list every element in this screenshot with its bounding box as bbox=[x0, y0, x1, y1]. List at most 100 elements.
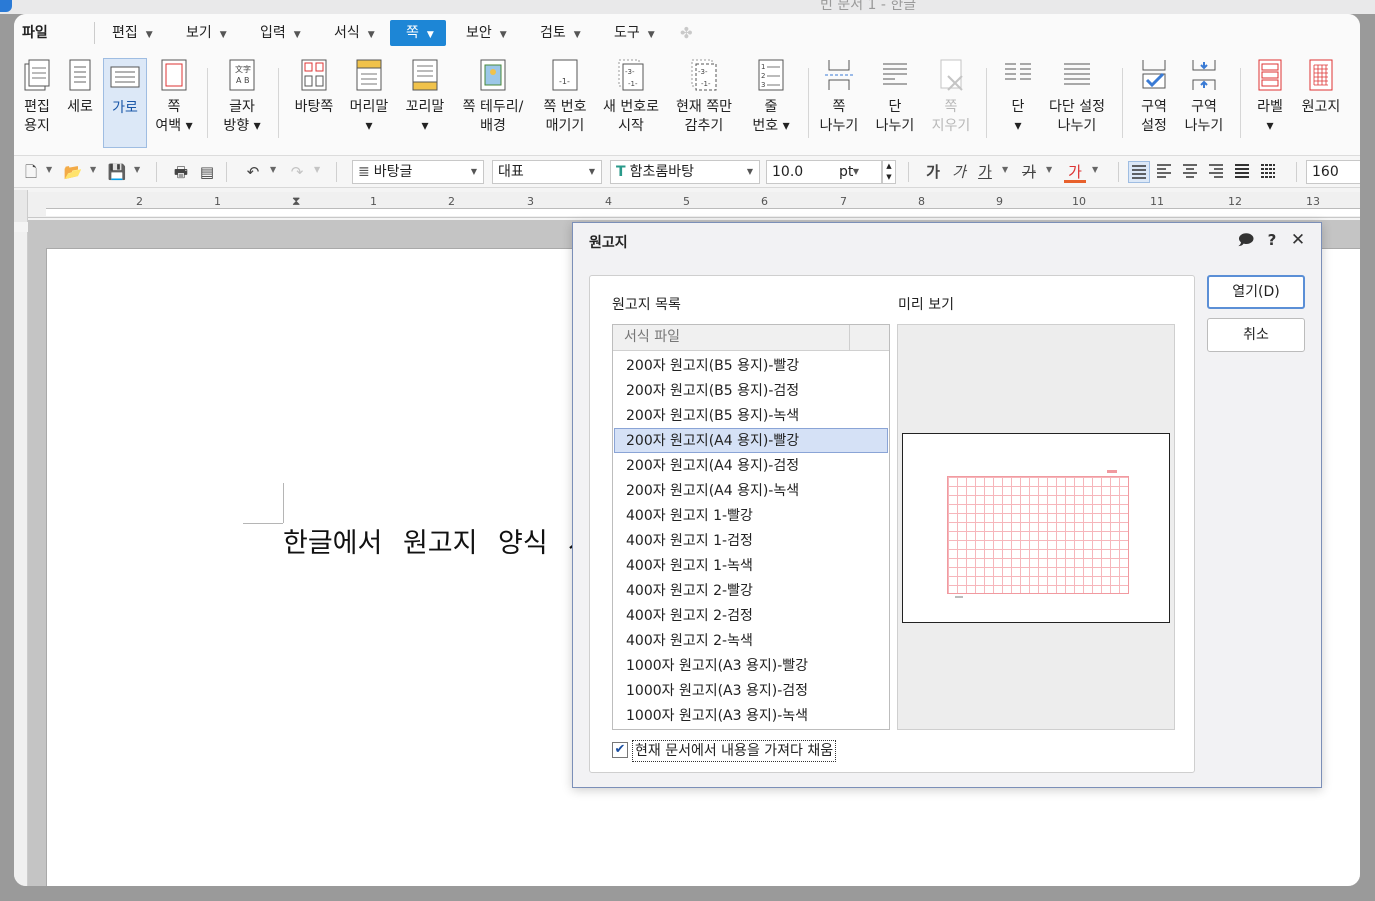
list-item[interactable]: 400자 원고지 1-녹색 bbox=[614, 553, 888, 578]
align-right-icon bbox=[1209, 164, 1223, 178]
ribbon-new-number[interactable]: -3- -1- 새 번호로 시작 bbox=[598, 58, 664, 148]
align-justify-icon bbox=[1132, 165, 1146, 179]
ribbon-header[interactable]: 머리말 ▾ bbox=[344, 58, 394, 148]
underline-button[interactable]: 가 bbox=[974, 161, 996, 183]
ribbon-multi-column[interactable]: 다단 설정 나누기 bbox=[1044, 58, 1110, 148]
list-header[interactable]: 서식 파일 bbox=[613, 325, 889, 351]
ribbon-section-setup[interactable]: 구역 설정 bbox=[1130, 58, 1178, 148]
list-item[interactable]: 200자 원고지(B5 용지)-검정 bbox=[614, 378, 888, 403]
list-item[interactable]: 1000자 원고지(A3 용지)-빨강 bbox=[614, 653, 888, 678]
print-preview-icon[interactable]: ▤ bbox=[196, 161, 218, 183]
ribbon-line-number[interactable]: 123 줄 번호 ▾ bbox=[748, 58, 794, 148]
comment-icon[interactable]: 🗩 bbox=[1237, 231, 1255, 249]
menu-edit[interactable]: 편집 ▼ bbox=[106, 20, 159, 46]
puzzle-icon[interactable]: ✤ bbox=[680, 24, 698, 42]
ribbon-page-setup[interactable]: 편집 용지 bbox=[16, 58, 58, 148]
ribbon-manuscript[interactable]: 원고지 bbox=[1296, 58, 1346, 148]
menu-security[interactable]: 보안 ▼ bbox=[460, 20, 513, 46]
list-item[interactable]: 400자 원고지 2-검정 bbox=[614, 603, 888, 628]
list-item[interactable]: 1000자 원고지(A3 용지)-녹색 bbox=[614, 703, 888, 728]
master-page-icon bbox=[301, 59, 327, 91]
menu-page[interactable]: 쪽 ▼ bbox=[390, 20, 446, 46]
menu-divider bbox=[94, 22, 95, 44]
align-left-button[interactable] bbox=[1154, 161, 1176, 183]
ribbon-footer[interactable]: 꼬리말 ▾ bbox=[398, 58, 452, 148]
menu-review[interactable]: 검토 ▼ bbox=[534, 20, 587, 46]
dialog-panel: 원고지 목록 미리 보기 서식 파일 200자 원고지(B5 용지)-빨강 200… bbox=[589, 275, 1195, 773]
ribbon-landscape[interactable]: 가로 bbox=[103, 58, 147, 148]
ribbon-columns[interactable]: 단 ▾ bbox=[996, 58, 1040, 148]
ribbon-page-border[interactable]: 쪽 테두리/ 배경 bbox=[456, 58, 530, 148]
font-size-stepper[interactable]: ▲ ▼ bbox=[882, 160, 896, 184]
svg-text:-1-: -1- bbox=[701, 80, 711, 88]
page-setup-icon bbox=[24, 59, 50, 91]
section-break-icon bbox=[1192, 60, 1216, 90]
list-item[interactable]: 400자 원고지 2-빨강 bbox=[614, 578, 888, 603]
ribbon-page-break[interactable]: 쪽 나누기 bbox=[816, 58, 862, 148]
italic-button[interactable]: 가 bbox=[948, 161, 970, 183]
multi-column-icon bbox=[1064, 63, 1090, 85]
style-select[interactable]: ≣ 바탕글 ▼ bbox=[352, 160, 484, 184]
horizontal-ruler[interactable]: 2 1 ⧗ 1 2 3 4 5 6 7 8 9 10 11 12 13 bbox=[28, 192, 1360, 218]
vertical-ruler[interactable] bbox=[14, 232, 28, 886]
ribbon-hide-page[interactable]: -3- -1- 현재 쪽만 감추기 bbox=[670, 58, 738, 148]
manuscript-icon bbox=[1309, 59, 1333, 91]
align-center-button[interactable] bbox=[1180, 161, 1202, 183]
list-item[interactable]: 1000자 원고지(A3 용지)-검정 bbox=[614, 678, 888, 703]
fill-content-checkbox[interactable]: ✔ bbox=[612, 742, 628, 758]
list-item[interactable]: 400자 원고지 2-녹색 bbox=[614, 628, 888, 653]
ribbon-text-direction[interactable]: 文字 A B 글자 방향 ▾ bbox=[218, 58, 266, 148]
close-icon[interactable]: ✕ bbox=[1289, 231, 1307, 249]
strikethrough-button[interactable]: 가 bbox=[1018, 161, 1040, 183]
undo-icon[interactable]: ↶ bbox=[242, 161, 264, 183]
new-document-icon[interactable]: 🗋 bbox=[20, 161, 42, 183]
ribbon-section-break[interactable]: 구역 나누기 bbox=[1180, 58, 1228, 148]
line-spacing-input[interactable]: 160 bbox=[1306, 160, 1360, 184]
paragraph-style-icon: ≣ bbox=[358, 164, 370, 180]
ribbon-page-number[interactable]: -1- 쪽 번호 매기기 bbox=[536, 58, 594, 148]
ribbon-column-break[interactable]: 단 나누기 bbox=[872, 58, 918, 148]
menu-file[interactable]: 파일 bbox=[16, 20, 54, 46]
cancel-button[interactable]: 취소 bbox=[1207, 318, 1305, 352]
ribbon-margin[interactable]: 쪽 여백 ▾ bbox=[151, 58, 197, 148]
list-item[interactable]: 200자 원고지(A4 용지)-검정 bbox=[614, 453, 888, 478]
hide-page-icon: -3- -1- bbox=[691, 59, 717, 91]
align-right-button[interactable] bbox=[1206, 161, 1228, 183]
help-icon[interactable]: ? bbox=[1263, 231, 1281, 249]
print-icon[interactable]: 🖶 bbox=[170, 161, 192, 183]
font-type-icon: T bbox=[616, 164, 626, 180]
manuscript-list[interactable]: 서식 파일 200자 원고지(B5 용지)-빨강 200자 원고지(B5 용지)-… bbox=[612, 324, 890, 730]
font-size-input[interactable]: 10.0 pt ▼ bbox=[766, 160, 882, 184]
menu-view[interactable]: 보기 ▼ bbox=[180, 20, 233, 46]
list-item[interactable]: 200자 원고지(A4 용지)-빨강 bbox=[614, 428, 888, 453]
menu-format[interactable]: 서식 ▼ bbox=[328, 20, 381, 46]
landscape-icon bbox=[110, 66, 140, 88]
ribbon-label[interactable]: 라벨 ▾ bbox=[1248, 58, 1292, 148]
margin-icon bbox=[161, 59, 187, 91]
open-button[interactable]: 열기(D) bbox=[1207, 275, 1305, 309]
fill-content-label[interactable]: 현재 문서에서 내용을 가져다 채움 bbox=[632, 740, 837, 762]
font-select[interactable]: T 함초롬바탕 ▼ bbox=[610, 160, 760, 184]
list-item[interactable]: 200자 원고지(B5 용지)-빨강 bbox=[614, 353, 888, 378]
indent-marker-icon[interactable]: ⧗ bbox=[292, 194, 300, 209]
list-item[interactable]: 400자 원고지 1-빨강 bbox=[614, 503, 888, 528]
ribbon-master-page[interactable]: 바탕쪽 bbox=[288, 58, 340, 148]
menu-tools[interactable]: 도구 ▼ bbox=[608, 20, 661, 46]
font-color-button[interactable]: 가 bbox=[1064, 161, 1086, 183]
list-items: 200자 원고지(B5 용지)-빨강 200자 원고지(B5 용지)-검정 200자… bbox=[613, 353, 889, 728]
list-item[interactable]: 200자 원고지(B5 용지)-녹색 bbox=[614, 403, 888, 428]
list-item[interactable]: 400자 원고지 1-검정 bbox=[614, 528, 888, 553]
bold-button[interactable]: 가 bbox=[922, 161, 944, 183]
save-icon[interactable]: 💾 bbox=[106, 161, 128, 183]
align-justify-button[interactable] bbox=[1128, 161, 1150, 183]
language-select[interactable]: 대표 ▼ bbox=[492, 160, 602, 184]
section-setup-icon bbox=[1142, 60, 1166, 89]
split-distribute-button[interactable] bbox=[1258, 161, 1280, 183]
document-text[interactable]: 한글에서 원고지 양식 사 bbox=[283, 521, 593, 560]
menu-insert[interactable]: 입력 ▼ bbox=[254, 20, 307, 46]
list-item[interactable]: 200자 원고지(A4 용지)-녹색 bbox=[614, 478, 888, 503]
svg-text:-3-: -3- bbox=[625, 68, 635, 76]
open-folder-icon[interactable]: 📂 bbox=[62, 161, 84, 183]
ribbon-portrait[interactable]: 세로 bbox=[60, 58, 100, 148]
distribute-button[interactable] bbox=[1232, 161, 1254, 183]
